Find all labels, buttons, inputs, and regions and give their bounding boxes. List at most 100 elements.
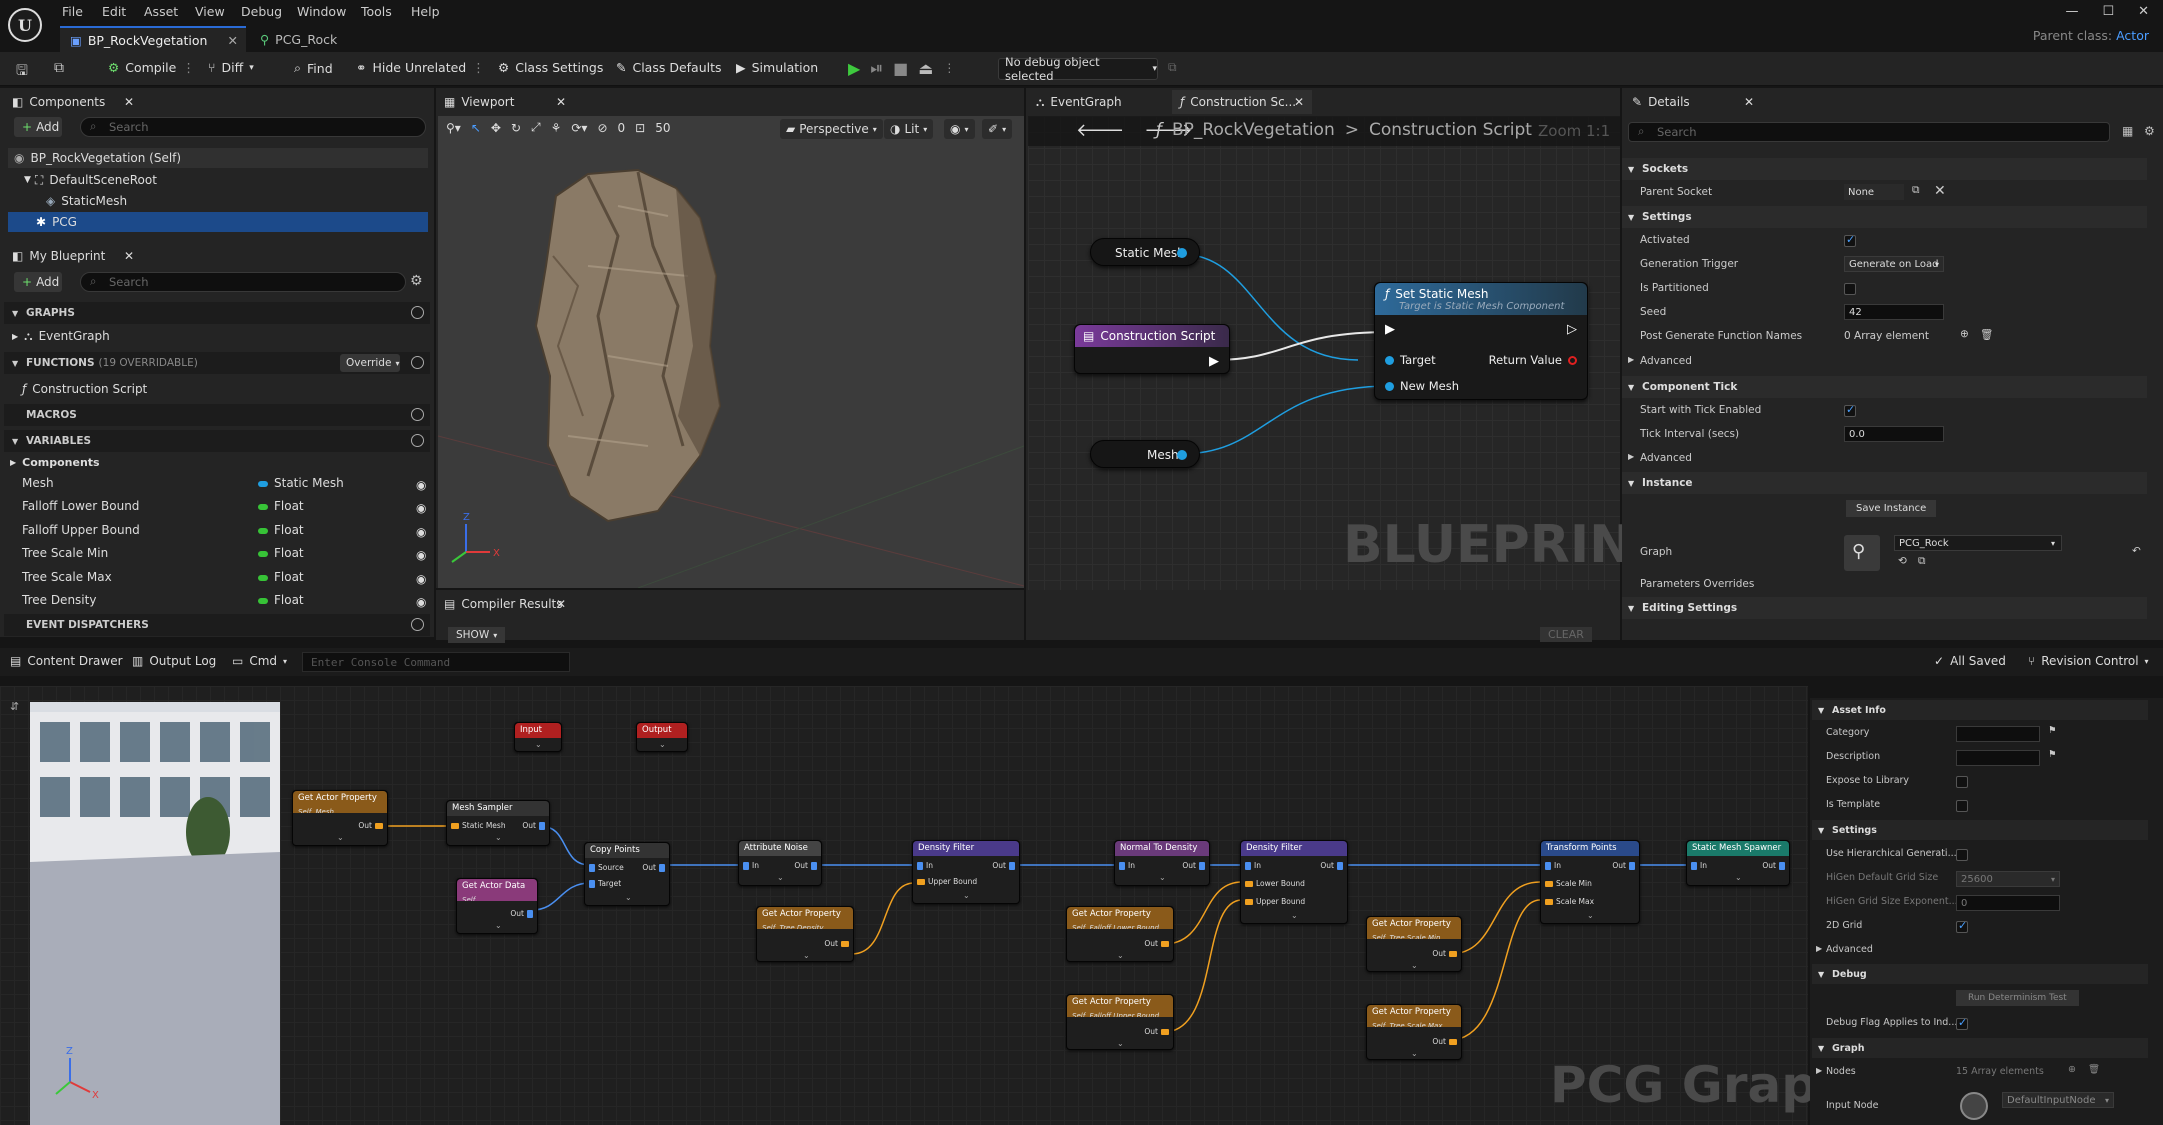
- instance-section[interactable]: ▼ Instance: [1622, 472, 2147, 494]
- use-hierarchical-checkbox[interactable]: [1956, 849, 1968, 861]
- close-tab-icon[interactable]: ✕: [124, 249, 134, 263]
- variables-components-group[interactable]: ▶ Components: [10, 452, 100, 472]
- translate-icon[interactable]: ✥: [491, 121, 501, 135]
- editing-settings-section[interactable]: ▼ Editing Settings: [1622, 597, 2147, 619]
- eye-icon[interactable]: ◉: [416, 478, 426, 492]
- rotate-icon[interactable]: ↻: [511, 121, 521, 135]
- variable-item[interactable]: Tree Density Float ◉: [0, 589, 432, 612]
- play-options-icon[interactable]: ⋮: [943, 61, 955, 75]
- component-pcg[interactable]: ✱ PCG: [8, 212, 428, 232]
- exec-in-pin[interactable]: ▶: [1385, 322, 1395, 337]
- menu-edit[interactable]: Edit: [102, 4, 126, 19]
- pcg-get-actor-data[interactable]: Get Actor Data Self Out ⌄: [456, 878, 538, 934]
- seed-input[interactable]: 42: [1844, 304, 1944, 320]
- viewport-3d-view[interactable]: Z X: [438, 116, 1024, 588]
- viewport-settings-dropdown[interactable]: ✐ ▾: [982, 119, 1013, 139]
- upper-bound-pin[interactable]: Upper Bound: [917, 877, 977, 886]
- table-view-icon[interactable]: ▦: [2122, 124, 2133, 138]
- pcg-static-mesh-spawner[interactable]: Static Mesh Spawner In Out ⌄: [1686, 840, 1790, 886]
- components-tab[interactable]: ◧ Components ✕: [4, 90, 144, 114]
- flag-icon[interactable]: ⚑: [2048, 725, 2057, 736]
- add-function-icon[interactable]: [411, 356, 424, 369]
- add-element-icon[interactable]: ⊕: [1960, 328, 1969, 340]
- my-blueprint-search-input[interactable]: ⌕ Search: [80, 272, 406, 292]
- pcg-density-filter-2[interactable]: Density Filter In Lower Bound Upper Boun…: [1240, 840, 1348, 924]
- hide-unrelated-button[interactable]: ⚭ Hide Unrelated ⋮: [356, 60, 485, 75]
- pcg-get-actor-property-mesh[interactable]: Get Actor Property Self, Mesh Out ⌄: [292, 790, 388, 846]
- close-tab-icon[interactable]: ✕: [124, 95, 134, 109]
- advanced-row[interactable]: ▶ Advanced: [1622, 350, 2147, 373]
- tab-event-graph[interactable]: ⛬ EventGraph: [1028, 90, 1168, 114]
- advanced-row-2[interactable]: ▶ Advanced: [1622, 447, 2147, 470]
- static-mesh-pin[interactable]: Static Mesh: [451, 821, 506, 830]
- component-tick-section[interactable]: ▼ Component Tick: [1622, 376, 2147, 398]
- debug-flag-checkbox[interactable]: [1956, 1016, 1968, 1030]
- close-tab-icon[interactable]: ✕: [556, 597, 566, 611]
- components-search-input[interactable]: ⌕ Search: [80, 117, 426, 137]
- find-button[interactable]: ⌕ Find: [294, 60, 333, 76]
- tab-bp-rockvegetation[interactable]: ▣ BP_RockVegetation ✕: [60, 26, 246, 52]
- target-pin[interactable]: Target: [589, 879, 621, 888]
- close-tab-icon[interactable]: ✕: [1744, 95, 1754, 109]
- show-flags-dropdown[interactable]: ◉ ▾: [944, 119, 975, 139]
- variables-header[interactable]: ▼ VARIABLES: [4, 430, 430, 452]
- out-pin[interactable]: Out: [1182, 861, 1205, 870]
- browse-icon[interactable]: ⧉: [54, 60, 64, 76]
- out-pin[interactable]: Out: [1432, 949, 1457, 958]
- component-self[interactable]: ◉ BP_RockVegetation (Self): [8, 148, 428, 168]
- simulation-button[interactable]: ▶ Simulation: [736, 60, 818, 75]
- add-macro-icon[interactable]: [411, 408, 424, 421]
- unreal-logo-icon[interactable]: U: [8, 8, 42, 42]
- diff-button[interactable]: ⑂ Diff ▾: [208, 60, 254, 75]
- tick-interval-input[interactable]: 0.0: [1844, 426, 1944, 442]
- asset-info-section[interactable]: ▼ Asset Info: [1812, 700, 2148, 720]
- add-member-button[interactable]: + Add: [14, 272, 62, 292]
- menu-view[interactable]: View: [195, 4, 225, 19]
- out-pin[interactable]: Out: [522, 821, 545, 830]
- perspective-dropdown[interactable]: ▰ Perspective ▾: [780, 119, 883, 139]
- pcg-density-filter-1[interactable]: Density Filter In Upper Bound Out ⌄: [912, 840, 1020, 904]
- delete-icon[interactable]: 🗑: [2088, 1064, 2100, 1075]
- pcg-get-actor-property-tree-density[interactable]: Get Actor Property Self, Tree Density Out…: [756, 906, 854, 962]
- maximize-icon[interactable]: ☐: [2102, 4, 2114, 19]
- scale-max-pin[interactable]: Scale Max: [1545, 897, 1594, 906]
- pcg-mesh-sampler[interactable]: Mesh Sampler Static Mesh Out ⌄: [446, 800, 550, 846]
- mesh-variable-node[interactable]: Mesh: [1090, 440, 1200, 468]
- exec-out-pin[interactable]: ▶: [1209, 354, 1219, 369]
- component-staticmesh[interactable]: ◈ StaticMesh: [46, 191, 127, 211]
- out-pin[interactable]: Out: [510, 909, 533, 918]
- out-pin[interactable]: Out: [1612, 861, 1635, 870]
- parent-socket-field[interactable]: None: [1844, 184, 1904, 200]
- pcg-debug-section[interactable]: ▼ Debug: [1812, 964, 2148, 984]
- target-pin[interactable]: Target: [1385, 353, 1436, 367]
- description-input[interactable]: [1956, 750, 2040, 766]
- menu-file[interactable]: File: [62, 4, 83, 19]
- pcg-get-actor-property-scale-max[interactable]: Get Actor Property Self, Tree Scale Max O…: [1366, 1004, 1462, 1060]
- settings-gear-icon[interactable]: ⚙: [2144, 124, 2155, 138]
- pcg-copy-points[interactable]: Copy Points Source Target Out ⌄: [584, 842, 670, 906]
- rotation-snap-icon[interactable]: ⊘: [597, 121, 607, 135]
- variable-item[interactable]: Tree Scale Max Float ◉: [0, 566, 432, 589]
- cmd-dropdown[interactable]: ▭ Cmd ▾: [232, 654, 287, 668]
- pcg-attribute-noise[interactable]: Attribute Noise In Out ⌄: [738, 840, 822, 886]
- eye-icon[interactable]: ◉: [416, 525, 426, 539]
- add-variable-icon[interactable]: [411, 434, 424, 447]
- new-mesh-pin[interactable]: New Mesh: [1385, 379, 1459, 393]
- show-filter-button[interactable]: SHOW ▾: [448, 627, 506, 643]
- grid-2d-checkbox[interactable]: [1956, 919, 1968, 933]
- generation-trigger-dropdown[interactable]: Generate on Load ▾: [1844, 256, 1944, 272]
- debug-filter-icon[interactable]: ⧉: [1168, 60, 1177, 75]
- settings-section[interactable]: ▼ Settings: [1622, 206, 2147, 228]
- output-pin[interactable]: [1177, 248, 1187, 258]
- graph-item-eventgraph[interactable]: ▶ ⛬ EventGraph: [12, 326, 110, 346]
- scale-min-pin[interactable]: Scale Min: [1545, 879, 1592, 888]
- stop-icon[interactable]: ■: [893, 59, 908, 78]
- run-determinism-test-button[interactable]: Run Determinism Test: [1956, 990, 2079, 1006]
- add-dispatcher-icon[interactable]: [411, 618, 424, 631]
- construction-script-node[interactable]: ▤ Construction Script ▶: [1074, 324, 1230, 374]
- select-mode-icon[interactable]: ↖: [471, 121, 481, 135]
- content-drawer-button[interactable]: ▤ Content Drawer: [10, 654, 123, 668]
- rotation-snap-value[interactable]: 0: [618, 121, 626, 135]
- out-pin[interactable]: Out: [1144, 1027, 1169, 1036]
- pcg-graph-section[interactable]: ▼ Graph: [1812, 1038, 2148, 1058]
